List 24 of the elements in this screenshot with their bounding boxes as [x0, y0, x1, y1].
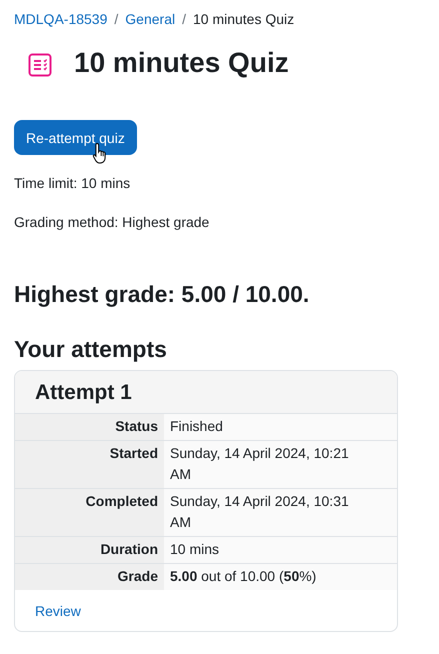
section-heading: Your attempts [14, 335, 168, 364]
page-title: 10 minutes Quiz [74, 46, 289, 80]
row-value: 5.00 out of 10.00 (50%) [164, 564, 397, 590]
highest-grade-heading: Highest grade: 5.00 / 10.00. [14, 280, 310, 309]
row-label: Grade [15, 564, 164, 590]
info-text: Grading method: Highest grade [14, 213, 210, 232]
row-label: Started [15, 440, 164, 488]
breadcrumb-link[interactable]: General [125, 9, 176, 29]
row-label: Duration [15, 536, 164, 564]
breadcrumb-link[interactable]: MDLQA-18539 [14, 9, 108, 29]
review-link[interactable]: Review [35, 603, 81, 619]
breadcrumb-separator: / [182, 10, 186, 29]
info-text: Time limit: 10 mins [14, 174, 132, 193]
row-value: Sunday, 14 April 2024, 10:21 AM [164, 440, 397, 488]
quiz-icon [28, 53, 52, 77]
attempt-title: Attempt 1 [35, 380, 133, 406]
breadcrumb-current: 10 minutes Quiz [192, 10, 294, 29]
row-value: 10 mins [164, 536, 397, 564]
row-label: Completed [15, 488, 164, 536]
row-value: Finished [164, 414, 397, 440]
row-value: Sunday, 14 April 2024, 10:31 AM [164, 488, 397, 536]
breadcrumb-separator: / [114, 10, 118, 29]
row-label: Status [15, 414, 164, 440]
reattempt-button[interactable]: Re-attempt quiz [14, 120, 137, 155]
